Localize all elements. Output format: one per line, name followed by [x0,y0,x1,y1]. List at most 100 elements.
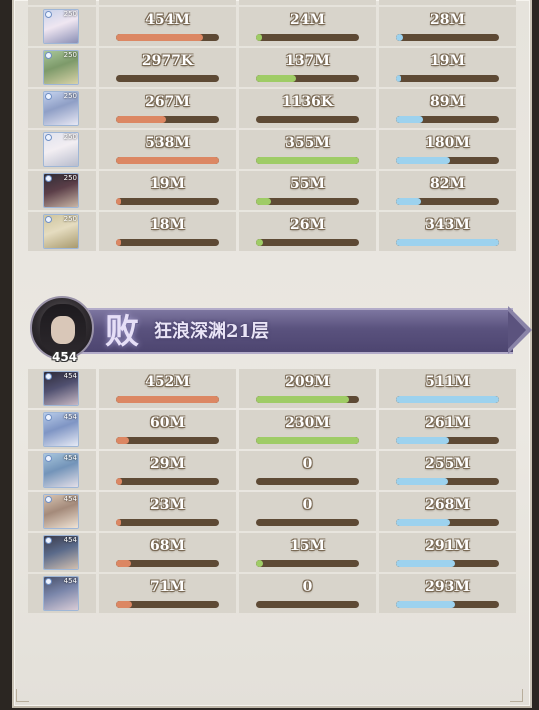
healing-cell: 0 [239,492,376,531]
member-level: 454 [63,577,77,585]
stat-value: 1136K [281,94,334,110]
stat-bar-track [116,601,219,608]
healing-cell: 355M [239,130,376,169]
hero-portrait-icon: 454 [43,412,79,447]
damage-dealt-cell: 71M [99,574,236,613]
hero-portrait-icon: 250 [43,173,79,208]
stat-bar-track [116,34,219,41]
stat-bar-fill [256,34,263,41]
damage-dealt-cell: 60M [99,410,236,449]
member-portrait[interactable]: 454 [28,410,96,449]
element-badge-icon [45,455,52,462]
damage-dealt-cell: 538M [99,130,236,169]
team-2-header[interactable]: 454 败 狂浪深渊21层 [30,296,532,364]
member-row[interactable]: 250 267M 1136K 89M [28,89,516,128]
member-portrait[interactable]: 454 [28,533,96,572]
member-portrait[interactable]: 454 [28,492,96,531]
stat-value: 68M [150,538,185,554]
healing-cell: 24M [239,7,376,46]
member-row[interactable]: 454 23M 0 268M [28,492,516,531]
element-badge-icon [45,52,52,59]
stat-bar-track [396,519,499,526]
stat-value: 454M [145,12,190,28]
damage-taken-cell: 268M [379,492,516,531]
stat-value: 19M [150,176,185,192]
stat-bar-track [396,116,499,123]
hero-portrait-icon: 454 [43,453,79,488]
stat-value: 230M [285,415,330,431]
stat-value: 15M [290,538,325,554]
member-row[interactable]: 454 71M 0 293M [28,574,516,613]
stat-value: 23M [150,497,185,513]
stat-bar-fill [396,437,449,444]
stat-value: 261M [425,415,470,431]
member-portrait[interactable]: 250 [28,7,96,46]
hero-portrait-icon: 250 [43,132,79,167]
member-row[interactable]: 454 452M 209M 511M [28,369,516,408]
member-level: 250 [63,51,77,59]
stat-bar-track [396,478,499,485]
stat-bar-track [116,157,219,164]
stat-value: 452M [145,374,190,390]
stat-value: 29M [150,456,185,472]
damage-taken-cell: 82M [379,171,516,210]
damage-dealt-cell: 29M [99,451,236,490]
stat-bar-track [256,239,359,246]
stat-bar-fill [116,519,122,526]
stat-bar-track [256,396,359,403]
stat-value: 209M [285,374,330,390]
stat-bar-fill [116,157,219,164]
stat-bar-track [116,239,219,246]
element-badge-icon [45,537,52,544]
member-portrait[interactable]: 250 [28,212,96,251]
element-badge-icon [45,93,52,100]
stat-bar-fill [116,198,121,205]
member-portrait[interactable]: 250 [28,89,96,128]
member-portrait[interactable]: 454 [28,574,96,613]
stat-bar-track [256,601,359,608]
stat-bar-fill [396,75,402,82]
damage-taken-cell: 343M [379,212,516,251]
member-portrait[interactable]: 454 [28,369,96,408]
stat-value: 538M [145,135,190,151]
stat-value: 255M [425,456,470,472]
healing-cell: 209M [239,369,376,408]
stat-bar-fill [116,239,121,246]
healing-cell: 1136K [239,89,376,128]
hero-portrait-icon: 250 [43,50,79,85]
element-badge-icon [45,496,52,503]
member-portrait[interactable]: 454 [28,451,96,490]
stat-bar-track [256,437,359,444]
panel-corner-ornament [16,689,29,702]
stat-bar-fill [256,560,264,567]
member-row[interactable]: 250 2977K 137M 19M [28,48,516,87]
member-row[interactable]: 250 19M 55M 82M [28,171,516,210]
stat-bar-track [396,34,499,41]
damage-taken-cell: 89M [379,89,516,128]
healing-cell: 15M [239,533,376,572]
member-row[interactable]: 250 18M 26M 343M [28,212,516,251]
damage-taken-cell: 255M [379,451,516,490]
member-row[interactable]: 454 60M 230M 261M [28,410,516,449]
banner-arrow-inner [508,311,526,349]
stat-bar-track [256,75,359,82]
stat-bar-track [116,396,219,403]
member-row[interactable]: 250 454M 24M 28M [28,7,516,46]
element-badge-icon [45,414,52,421]
stat-bar-fill [116,396,219,403]
stat-bar-fill [256,198,272,205]
stat-value: 293M [425,579,470,595]
member-portrait[interactable]: 250 [28,48,96,87]
stat-value: 18M [150,217,185,233]
stat-bar-track [396,198,499,205]
member-portrait[interactable]: 250 [28,130,96,169]
element-badge-icon [45,216,52,223]
member-row[interactable]: 454 29M 0 255M [28,451,516,490]
healing-cell: 0 [239,574,376,613]
member-row[interactable]: 454 68M 15M 291M [28,533,516,572]
member-portrait[interactable]: 250 [28,171,96,210]
member-row[interactable]: 250 538M 355M 180M [28,130,516,169]
stat-bar-fill [256,157,359,164]
stat-bar-track [396,601,499,608]
damage-taken-cell: 180M [379,130,516,169]
